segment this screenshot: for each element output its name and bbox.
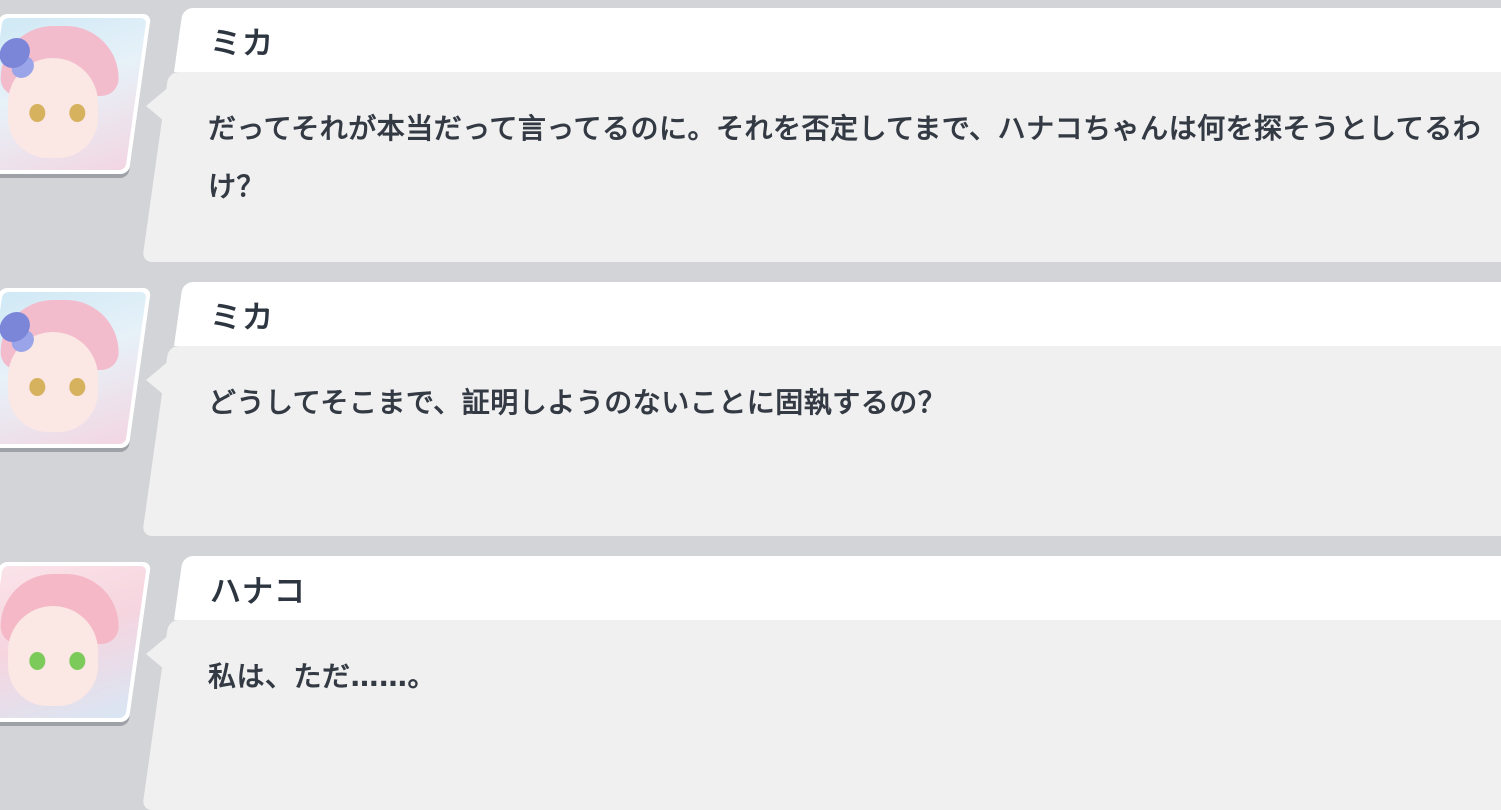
name-bar (174, 556, 1501, 620)
face (8, 58, 99, 158)
eye (69, 104, 86, 122)
dialogue-panel: ミカ どうしてそこまで、証明しようのないことに固執するの？ (142, 274, 1501, 536)
face (8, 332, 99, 432)
avatar-portrait (0, 292, 147, 444)
dialogue-text: 私は、ただ……。 (208, 660, 437, 693)
face (8, 606, 99, 706)
avatar-hanako (0, 562, 152, 722)
avatar-mika (0, 288, 152, 448)
dialogue-panel: ミカ だってそれが本当だって言ってるのに。それを否定してまで、ハナコちゃんは何を… (142, 0, 1501, 262)
speaker-name: ハナコ (210, 574, 306, 610)
avatar-portrait (0, 566, 147, 718)
dialogue-text: どうしてそこまで、証明しようのないことに固執するの？ (208, 386, 947, 419)
dialogue-text: だってそれが本当だって言ってるのに。それを否定してまで、ハナコちゃんは何を探そう… (208, 112, 1482, 203)
avatar-portrait (0, 18, 147, 170)
eye (69, 378, 86, 396)
eye (69, 652, 86, 670)
dialogue-panel: ハナコ 私は、ただ……。 (142, 548, 1501, 810)
speaker-name: ミカ (210, 300, 274, 336)
eye (29, 652, 46, 670)
avatar-mika (0, 14, 152, 174)
eye (29, 378, 46, 396)
name-bar (174, 282, 1501, 346)
eye (29, 104, 46, 122)
speaker-name: ミカ (210, 26, 274, 62)
name-bar (174, 8, 1501, 72)
